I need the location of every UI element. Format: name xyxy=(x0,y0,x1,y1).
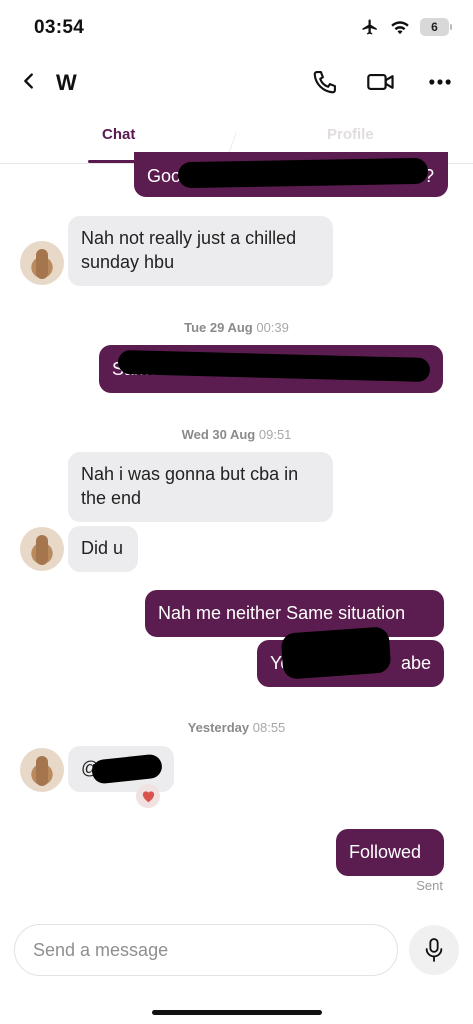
airplane-mode-icon xyxy=(362,19,377,35)
tab-profile[interactable]: Profile xyxy=(327,126,374,143)
date-label: Wed 30 Aug xyxy=(181,427,256,442)
mic-button[interactable] xyxy=(409,925,459,975)
status-bar: 03:54 6 xyxy=(0,0,473,56)
message-line: sunday hbu xyxy=(81,252,175,272)
contact-name[interactable]: W xyxy=(56,70,77,96)
outgoing-message[interactable]: Nah me neither Same situation xyxy=(145,590,444,637)
avatar[interactable] xyxy=(20,748,64,792)
outgoing-message[interactable]: Followed xyxy=(336,829,444,876)
status-icons: 6 xyxy=(360,18,452,36)
date-label: Tue 29 Aug xyxy=(184,320,253,335)
status-time: 03:54 xyxy=(34,17,85,38)
sent-status: Sent xyxy=(416,878,443,893)
tab-divider xyxy=(228,132,237,154)
time-label: 08:55 xyxy=(252,720,286,735)
tab-chat[interactable]: Chat xyxy=(102,126,135,143)
video-camera-icon[interactable] xyxy=(366,68,396,96)
message-line: the end xyxy=(81,488,142,508)
battery-icon: 6 xyxy=(420,18,452,36)
message-line: Nah i was gonna but cba in xyxy=(81,464,299,484)
date-separator: Tue 29 Aug 00:39 xyxy=(0,320,473,335)
avatar[interactable] xyxy=(20,241,64,285)
redaction-mark xyxy=(177,157,429,189)
time-label: 00:39 xyxy=(256,320,289,335)
chat-header: W xyxy=(0,60,473,104)
incoming-message[interactable]: Nah not really just a chilled sunday hbu xyxy=(68,216,333,286)
message-text: Did u xyxy=(81,538,124,558)
more-horizontal-icon[interactable] xyxy=(426,68,454,96)
date-separator: Wed 30 Aug 09:51 xyxy=(0,427,473,442)
incoming-message[interactable]: Nah i was gonna but cba in the end xyxy=(68,452,333,522)
wifi-icon xyxy=(391,21,409,35)
date-separator: Yesterday 08:55 xyxy=(0,720,473,735)
message-text: Nah me neither Same situation xyxy=(158,603,406,623)
microphone-icon xyxy=(425,938,443,962)
avatar[interactable] xyxy=(20,527,64,571)
message-text-tail: abe xyxy=(400,653,431,673)
phone-icon[interactable] xyxy=(311,68,339,96)
battery-level: 6 xyxy=(431,20,438,34)
heart-icon xyxy=(142,791,154,803)
incoming-message[interactable]: Did u xyxy=(68,526,138,572)
message-text-partial: Goo xyxy=(147,166,182,186)
message-input[interactable] xyxy=(15,925,355,975)
date-label: Yesterday xyxy=(187,720,250,735)
message-line: Nah not really just a chilled xyxy=(81,228,297,248)
redaction-mark xyxy=(280,626,392,680)
chevron-left-icon[interactable] xyxy=(18,70,40,92)
time-label: 09:51 xyxy=(258,427,292,442)
message-text: Followed xyxy=(349,842,422,862)
reaction-badge[interactable] xyxy=(136,784,160,808)
message-composer xyxy=(14,924,398,976)
home-indicator xyxy=(152,1010,322,1015)
